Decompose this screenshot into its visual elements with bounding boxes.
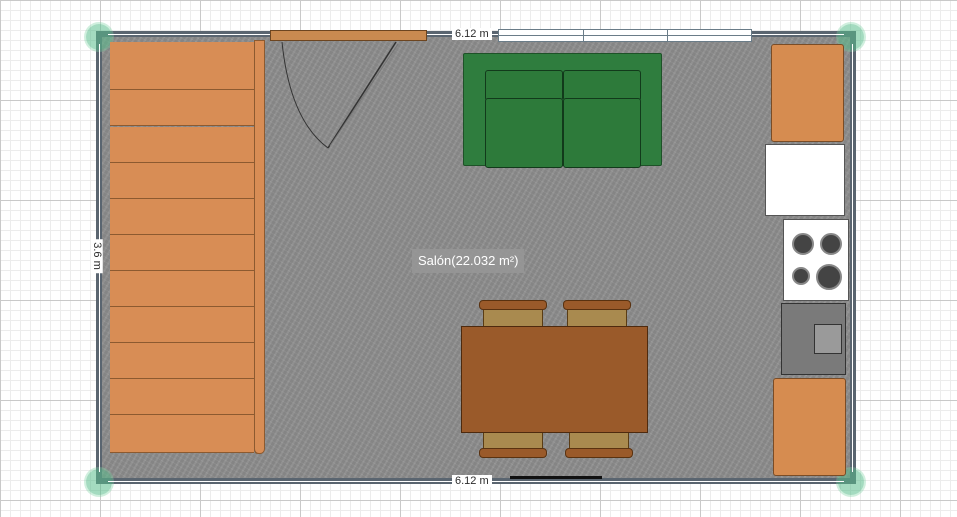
stair-step bbox=[110, 415, 254, 453]
stair-step bbox=[110, 235, 254, 271]
room-label[interactable]: Salón(22.032 m²) bbox=[412, 249, 525, 273]
burner-icon bbox=[792, 233, 814, 255]
chair-back bbox=[565, 448, 633, 458]
stair-step bbox=[110, 90, 254, 126]
corner-handle-bottom-left[interactable] bbox=[86, 469, 112, 495]
sink-icon[interactable] bbox=[781, 303, 846, 375]
chair-back bbox=[479, 300, 547, 310]
sofa-back-cushion-right bbox=[563, 70, 641, 101]
window-glass-line bbox=[499, 35, 751, 36]
dining-table-icon[interactable] bbox=[461, 326, 648, 433]
kitchen-cabinet-icon[interactable] bbox=[771, 44, 844, 142]
stair-step bbox=[110, 379, 254, 415]
stair-rail bbox=[254, 40, 265, 454]
dimension-label-top: 6.12 m bbox=[452, 28, 492, 40]
sofa-seat-cushion-left bbox=[485, 98, 563, 168]
sofa-seat-cushion-right bbox=[563, 98, 641, 168]
stove-icon[interactable] bbox=[783, 219, 849, 301]
door-icon[interactable] bbox=[510, 476, 602, 479]
chair-back bbox=[563, 300, 631, 310]
burner-icon bbox=[820, 233, 842, 255]
kitchen-cabinet-icon[interactable] bbox=[773, 378, 846, 476]
wall-right[interactable] bbox=[850, 31, 856, 484]
dimension-label-bottom: 6.12 m bbox=[452, 475, 492, 487]
stair-step bbox=[110, 127, 254, 163]
chair-back bbox=[479, 448, 547, 458]
burner-icon bbox=[792, 267, 810, 285]
window-icon[interactable] bbox=[498, 29, 752, 42]
dimension-line-right bbox=[852, 44, 853, 472]
stair-step bbox=[110, 343, 254, 379]
stair-step-top bbox=[110, 42, 254, 90]
door-swing-icon bbox=[281, 41, 399, 149]
stair-step bbox=[110, 271, 254, 307]
sink-basin bbox=[814, 324, 842, 354]
stair-step bbox=[110, 199, 254, 235]
stair-step bbox=[110, 163, 254, 199]
burner-icon bbox=[816, 264, 842, 290]
stair-step bbox=[110, 307, 254, 343]
fridge-icon[interactable] bbox=[765, 144, 845, 216]
sofa-back-cushion-left bbox=[485, 70, 563, 101]
dimension-label-left: 3.6 m bbox=[90, 239, 103, 273]
